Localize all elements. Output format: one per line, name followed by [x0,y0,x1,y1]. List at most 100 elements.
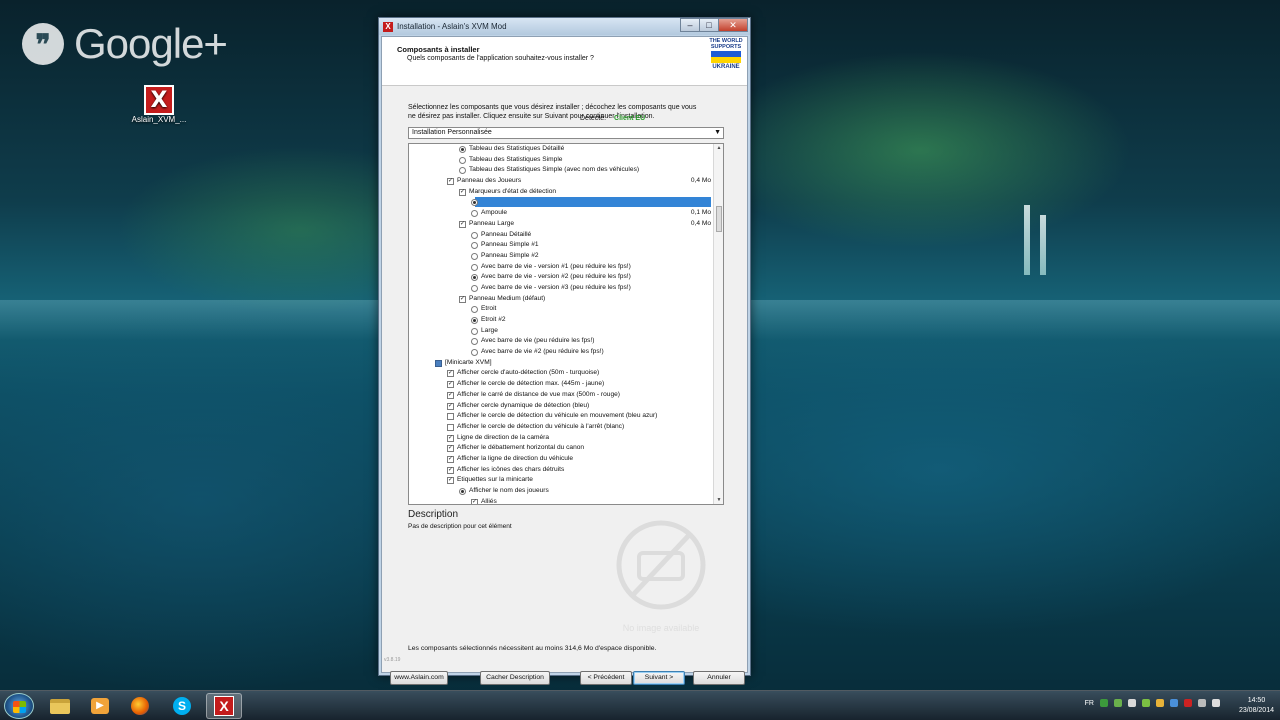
clock[interactable]: 14:50 23/08/2014 [1239,696,1274,716]
language-indicator[interactable]: FR [1085,700,1094,707]
tree-item[interactable]: Panneau Détaillé [409,230,713,241]
radio-button[interactable] [471,306,478,314]
tree-item[interactable]: Avec barre de vie #2 (peu réduire les fp… [409,347,713,358]
tree-item[interactable]: Avec barre de vie - version #1 (peu rédu… [409,262,713,273]
tree-item[interactable] [409,197,713,208]
checkbox[interactable] [447,413,454,421]
tray-app-icon[interactable] [1114,699,1122,707]
tree-item[interactable]: Tableau des Statistiques Détaillé [409,144,713,155]
cancel-button[interactable]: Annuler [693,671,745,685]
tree-item[interactable]: Panneau Simple #1 [409,240,713,251]
checkbox[interactable] [435,359,442,367]
taskbar-firefox[interactable] [122,693,158,719]
desktop-shortcut-xvm[interactable]: X Aslain_XVM_... [131,85,187,124]
checkbox[interactable]: ✓ [447,434,454,442]
volume-icon[interactable] [1212,699,1220,707]
install-type-select[interactable]: Installation Personnalisée ▼ [408,127,724,139]
tray-app-icon[interactable] [1142,699,1150,707]
checkbox[interactable]: ✓ [447,477,454,485]
tree-item[interactable]: [Minicarte XVM] [409,358,713,369]
tree-item[interactable]: ✓ Panneau Medium (défaut) [409,294,713,305]
tray-app-icon[interactable] [1128,699,1136,707]
radio-button[interactable] [471,263,478,271]
tree-item[interactable]: ✓ Afficher le cercle de détection max. (4… [409,379,713,390]
tree-item[interactable]: Avec barre de vie - version #2 (peu rédu… [409,272,713,283]
tree-item[interactable]: ✓ Alliés [409,497,713,504]
checkbox[interactable]: ✓ [447,445,454,453]
website-button[interactable]: www.Aslain.com [390,671,448,685]
tree-item[interactable]: ✓ Panneau des Joueurs 0,4 Mo [409,176,713,187]
tray-app-icon[interactable] [1170,699,1178,707]
start-button[interactable] [4,693,34,719]
tree-item[interactable]: ✓ Afficher le carré de distance de vue ma… [409,390,713,401]
radio-button[interactable] [459,156,466,164]
tree-item[interactable]: ✓ Etiquettes sur la minicarte [409,475,713,486]
tree-item[interactable]: Large [409,326,713,337]
radio-button[interactable] [459,167,466,175]
taskbar-media-player[interactable]: ▶ [82,693,118,719]
tree-item[interactable]: ✓ Ligne de direction de la caméra [409,433,713,444]
radio-button[interactable] [471,338,478,346]
tree-item[interactable]: Afficher le cercle de détection du véhic… [409,411,713,422]
radio-button[interactable] [459,488,466,495]
tray-app-icon[interactable] [1184,699,1192,707]
tree-item[interactable]: ✓ Afficher le débattement horizontal du c… [409,443,713,454]
tree-item[interactable]: Avec barre de vie (peu réduire les fps!) [409,336,713,347]
tree-item[interactable]: Afficher le cercle de détection du véhic… [409,422,713,433]
checkbox[interactable] [447,423,454,431]
scroll-down-icon[interactable]: ▼ [714,497,723,503]
tray-app-icon[interactable] [1100,699,1108,707]
network-icon[interactable] [1198,699,1206,707]
checkbox[interactable]: ✓ [447,370,454,378]
radio-button[interactable] [471,317,478,324]
tray-app-icon[interactable] [1156,699,1164,707]
checkbox[interactable]: ✓ [447,466,454,474]
checkbox[interactable]: ✓ [459,188,466,196]
minimize-button[interactable]: – [680,18,700,32]
tree-item[interactable]: ✓ Panneau Large 0,4 Mo [409,219,713,230]
tree-item[interactable]: Avec barre de vie - version #3 (peu rédu… [409,283,713,294]
checkbox[interactable]: ✓ [459,220,466,228]
back-button[interactable]: < Précédent [580,671,632,685]
checkbox[interactable]: ✓ [447,402,454,410]
checkbox[interactable]: ✓ [447,381,454,389]
tree-item[interactable]: Ampoule 0,1 Mo [409,208,713,219]
radio-button[interactable] [471,327,478,335]
radio-button[interactable] [471,231,478,239]
tree-item[interactable]: Afficher le nom des joueurs [409,486,713,497]
tree-item[interactable]: ✓ Afficher cercle dynamique de détection … [409,401,713,412]
checkbox[interactable]: ✓ [459,295,466,303]
radio-button[interactable] [471,349,478,357]
scroll-up-icon[interactable]: ▲ [714,145,723,151]
tree-item[interactable]: Tableau des Statistiques Simple (avec no… [409,165,713,176]
checkbox[interactable]: ✓ [447,391,454,399]
radio-button[interactable] [471,210,478,218]
tree-item[interactable]: Etroit [409,304,713,315]
components-tree[interactable]: Tableau des Statistiques Détaillé Tableau… [408,143,724,505]
checkbox[interactable]: ✓ [447,455,454,463]
checkbox[interactable]: ✓ [447,178,454,186]
close-button[interactable]: ✕ [718,18,748,32]
tree-item[interactable]: Etroit #2 [409,315,713,326]
radio-button[interactable] [471,284,478,292]
tree-item[interactable]: ✓ Afficher cercle d'auto-détection (50m -… [409,368,713,379]
radio-button[interactable] [459,146,466,153]
maximize-button[interactable]: □ [699,18,719,32]
radio-button[interactable] [471,242,478,250]
next-button[interactable]: Suivant > [633,671,685,685]
radio-button[interactable] [471,274,478,282]
tree-item[interactable]: ✓ Marqueurs d'état de détection [409,187,713,198]
tree-item[interactable]: Tableau des Statistiques Simple [409,155,713,166]
checkbox[interactable]: ✓ [471,498,478,504]
radio-button[interactable] [471,252,478,260]
scrollbar-thumb[interactable] [716,206,722,232]
taskbar-explorer[interactable] [42,693,78,719]
hide-description-button[interactable]: Cacher Description [480,671,550,685]
window-titlebar[interactable]: X Installation - Aslain's XVM Mod – □ ✕ [379,18,750,35]
tree-scrollbar[interactable]: ▲ ▼ [713,144,723,504]
tree-item[interactable]: Panneau Simple #2 [409,251,713,262]
taskbar-xvm-installer[interactable]: X [206,693,242,719]
tree-item[interactable]: ✓ Afficher la ligne de direction du véhic… [409,454,713,465]
tree-item[interactable]: ✓ Afficher les icônes des chars détruits [409,465,713,476]
taskbar-skype[interactable]: S [164,693,200,719]
